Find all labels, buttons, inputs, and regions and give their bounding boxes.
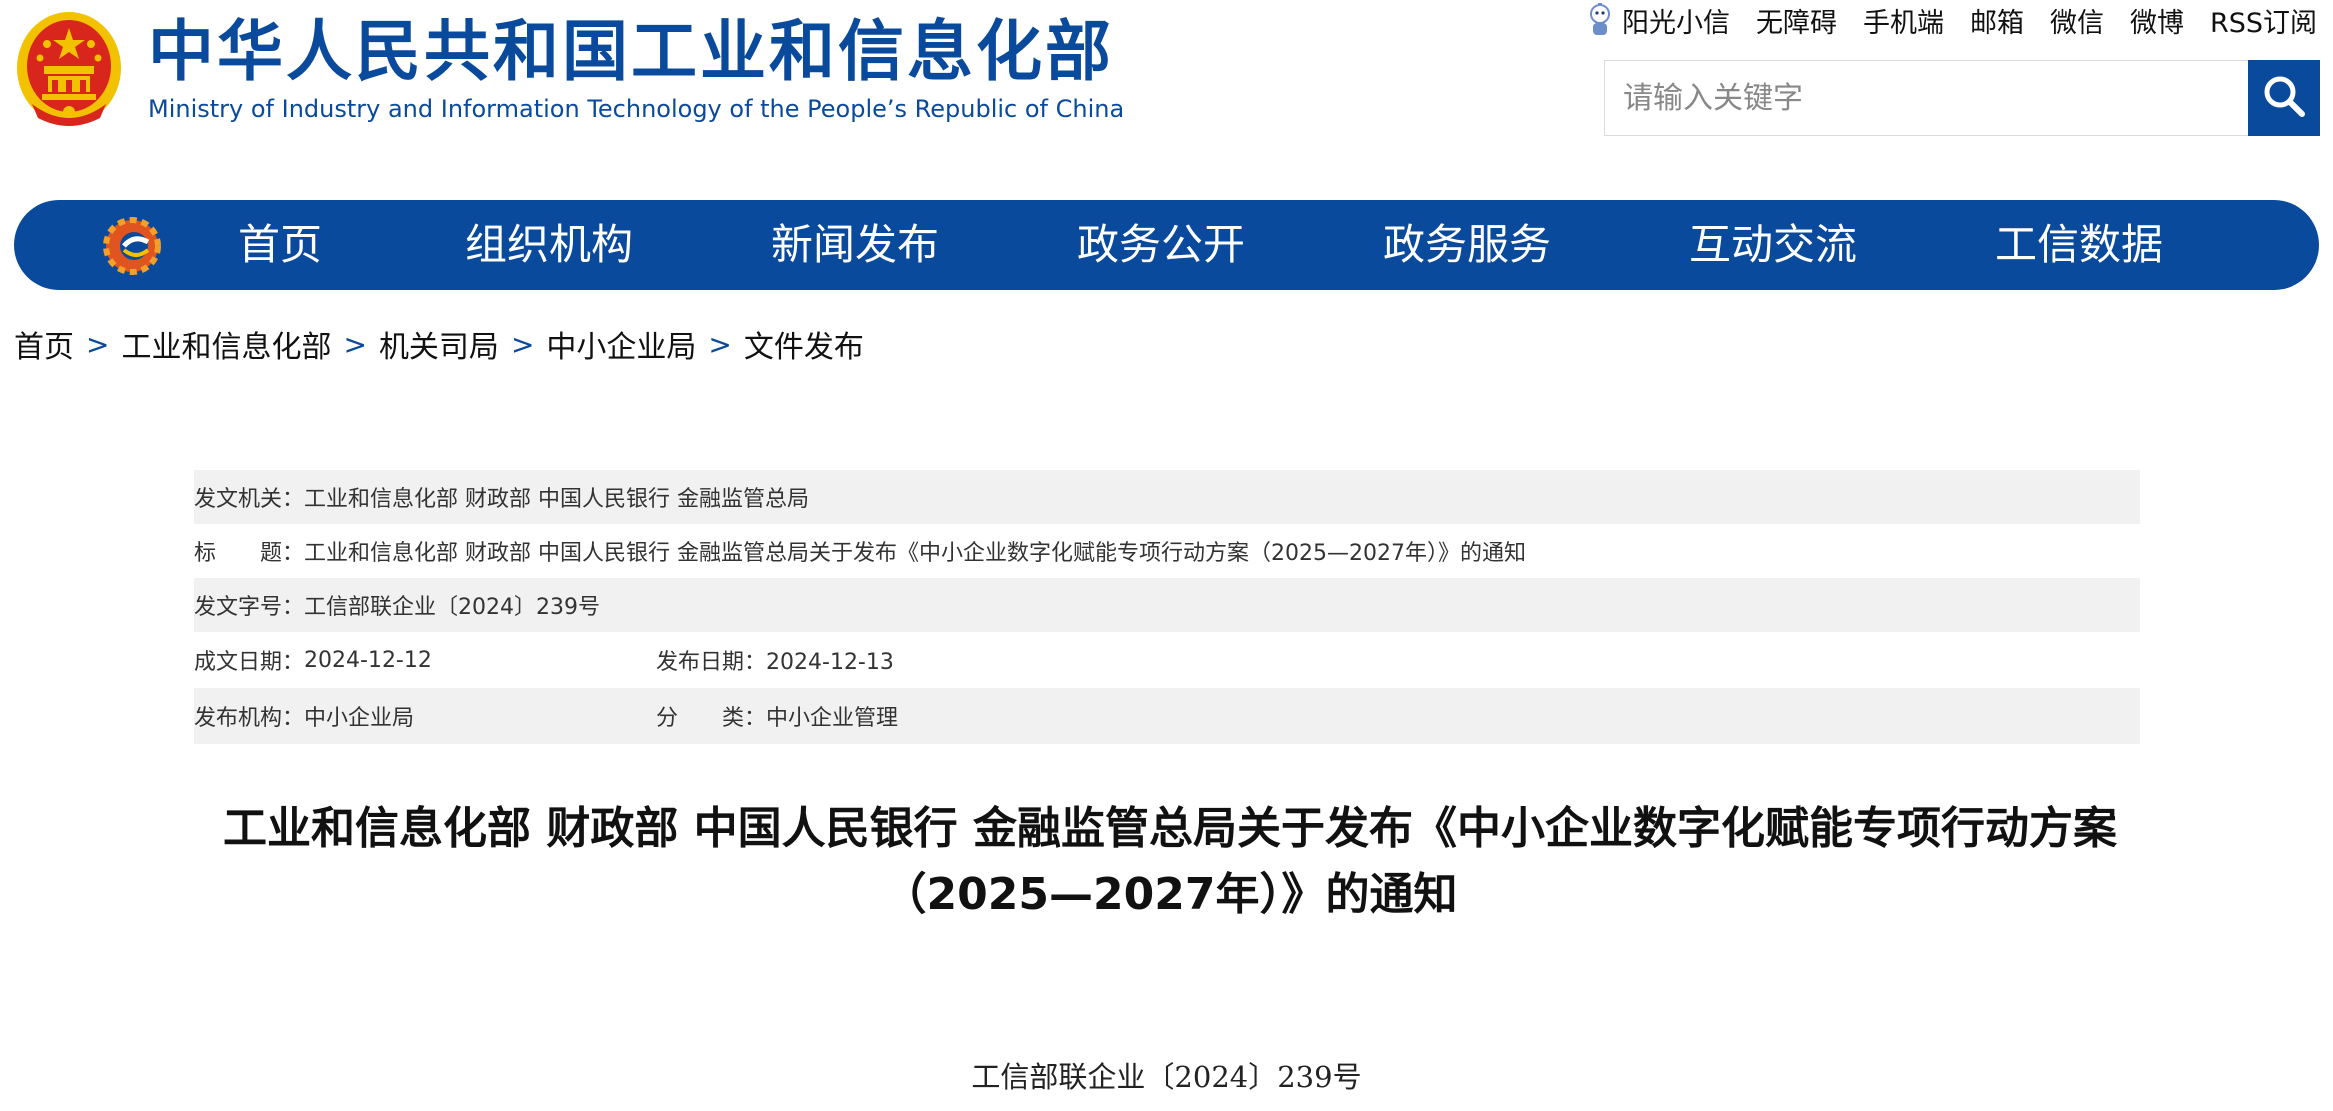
nav-government-services[interactable]: 政务服务	[1383, 200, 1551, 290]
document-title: 工业和信息化部 财政部 中国人民银行 金融监管总局关于发布《中小企业数字化赋能专…	[200, 796, 2140, 928]
issuer-label: 发文机关：	[194, 487, 305, 512]
published-label: 发布日期：	[656, 650, 767, 675]
info-row-org: 发布机构： 中小企业局 分 类：中小企业管理	[194, 688, 2140, 744]
site-title-en: Ministry of Industry and Information Tec…	[148, 95, 1125, 123]
info-row-docno: 发文字号： 工信部联企业〔2024〕239号	[194, 578, 2140, 632]
main-nav: 首页 组织机构 新闻发布 政务公开 政务服务 互动交流 工信数据	[14, 200, 2319, 290]
nav-home[interactable]: 首页	[238, 200, 322, 290]
toplink-rss[interactable]: RSS订阅	[2210, 1, 2317, 40]
toplink-accessibility[interactable]: 无障碍	[1756, 1, 1837, 40]
nav-interaction[interactable]: 互动交流	[1689, 200, 1857, 290]
document-info-table: 发文机关： 工业和信息化部 财政部 中国人民银行 金融监管总局 标 题： 工业和…	[194, 470, 2140, 744]
info-row-dates: 成文日期： 2024-12-12 发布日期：2024-12-13	[194, 632, 2140, 688]
breadcrumb-separator: >	[86, 327, 110, 361]
org-label: 发布机构：	[194, 706, 305, 731]
published-value: 2024-12-13	[766, 650, 894, 675]
created-value: 2024-12-12	[304, 647, 432, 673]
nav-data[interactable]: 工信数据	[1995, 200, 2163, 290]
toplink-sunshine[interactable]: 阳光小信	[1622, 1, 1730, 40]
site-title-cn: 中华人民共和国工业和信息化部	[148, 13, 1114, 90]
nav-government-affairs[interactable]: 政务公开	[1077, 200, 1245, 290]
toplink-email[interactable]: 邮箱	[1970, 1, 2024, 40]
issuer-value: 工业和信息化部 财政部 中国人民银行 金融监管总局	[304, 487, 809, 512]
search-input[interactable]	[1605, 61, 2245, 135]
breadcrumb-separator: >	[343, 327, 367, 361]
toplink-mobile[interactable]: 手机端	[1863, 1, 1944, 40]
title-value: 工业和信息化部 财政部 中国人民银行 金融监管总局关于发布《中小企业数字化赋能专…	[304, 541, 1526, 566]
breadcrumb-ministry[interactable]: 工业和信息化部	[121, 322, 331, 366]
mascot-icon[interactable]	[1584, 3, 1616, 37]
top-links: 阳光小信 无障碍 手机端 邮箱 微信 微博 RSS订阅	[1584, 0, 2317, 40]
breadcrumb-separator: >	[510, 327, 535, 361]
toplink-wechat[interactable]: 微信	[2050, 1, 2104, 40]
breadcrumb-separator: >	[708, 327, 732, 361]
docno-label: 发文字号：	[194, 595, 305, 620]
breadcrumb-sme-bureau[interactable]: 中小企业局	[546, 322, 696, 366]
org-value: 中小企业局	[304, 706, 415, 731]
document-title-line2: （2025—2027年）》的通知	[882, 869, 1458, 920]
info-row-title: 标 题： 工业和信息化部 财政部 中国人民银行 金融监管总局关于发布《中小企业数…	[194, 524, 2140, 578]
category-label: 分 类：	[656, 706, 767, 731]
search-box	[1604, 60, 2320, 136]
created-label: 成文日期：	[194, 650, 305, 675]
toplink-weibo[interactable]: 微博	[2130, 1, 2184, 40]
docno-value: 工信部联企业〔2024〕239号	[304, 595, 600, 620]
title-label: 标 题：	[194, 541, 305, 566]
document-title-line1: 工业和信息化部 财政部 中国人民银行 金融监管总局关于发布《中小企业数字化赋能专…	[223, 803, 2117, 854]
nav-news[interactable]: 新闻发布	[771, 200, 939, 290]
nav-organization[interactable]: 组织机构	[465, 200, 633, 290]
search-icon	[2262, 74, 2306, 122]
national-emblem-icon	[14, 8, 124, 126]
breadcrumb-home[interactable]: 首页	[14, 322, 74, 366]
breadcrumb-documents[interactable]: 文件发布	[744, 322, 864, 366]
breadcrumb-departments[interactable]: 机关司局	[379, 322, 499, 366]
breadcrumb: 首页 > 工业和信息化部 > 机关司局 > 中小企业局 > 文件发布	[14, 322, 864, 366]
document-number: 工信部联企业〔2024〕239号	[971, 1060, 1362, 1094]
site-title[interactable]: 中华人民共和国工业和信息化部 Ministry of Industry and …	[148, 10, 1124, 124]
search-button[interactable]	[2248, 60, 2320, 136]
category-value: 中小企业管理	[766, 706, 899, 731]
info-row-issuer: 发文机关： 工业和信息化部 财政部 中国人民银行 金融监管总局	[194, 470, 2140, 524]
miit-logo-icon[interactable]	[102, 216, 162, 276]
